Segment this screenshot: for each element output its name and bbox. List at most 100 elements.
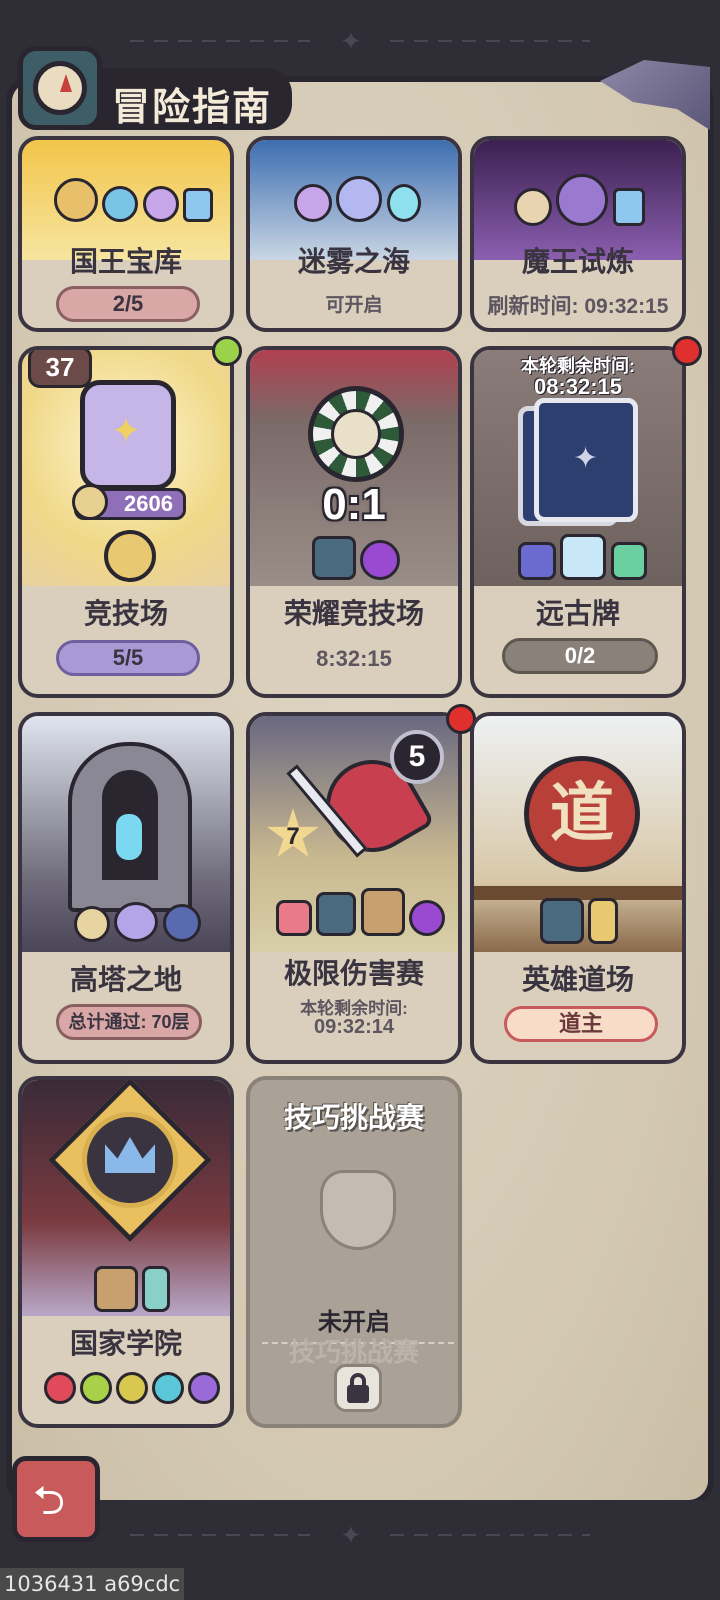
card-front-icon: ✦ [534,398,638,522]
star-damage-icon: 7 [267,808,319,858]
potion-icon [294,184,332,222]
academy-name: 国家学院 [69,1328,182,1359]
top-divider-left [130,40,310,42]
key-icon [142,1266,171,1312]
helmet-book-icon [94,1266,138,1312]
helmet-book-icon [360,888,405,936]
lock-icon [334,1364,382,1412]
heart-gem-icon [114,902,159,942]
card-ancient-cards[interactable]: 本轮剩余时间: 08:32:15 ✦ 远古牌 0/2 [470,346,686,698]
academy-faction-orbs [44,1372,220,1404]
academy-crown-icon [82,1112,178,1208]
page-title: 冒险指南 [112,87,273,129]
demon-trial-refresh: 刷新时间: 09:32:15 [487,295,669,318]
extreme-rewards [276,888,446,941]
gem-icon [610,542,647,580]
hero-dojo-title-plate: 道主 [504,1006,658,1042]
hero-dojo-rewards [540,898,619,949]
card-hero-dojo[interactable]: 道 英雄道场 道主 [470,712,686,1064]
king-vault-rewards [54,178,214,227]
back-button[interactable]: ⮌ [12,1456,100,1542]
bottom-divider-left [130,1534,310,1536]
build-id: 1036431 a69cdc [0,1568,185,1600]
potion-icon [142,186,179,222]
extreme-level-badge: 5 [390,730,444,784]
lock-shackle [350,1373,366,1389]
extreme-round-time: 09:32:14 [313,1016,395,1038]
king-vault-name: 国王宝库 [69,246,182,277]
ancient-rewards [518,534,647,585]
glory-medal-icon [308,386,404,482]
orb-icon [336,176,383,222]
skill-challenge-name: 技巧挑战赛 [283,1102,424,1133]
dojo-emblem: 道 [524,756,640,872]
tower-name: 高塔之地 [69,964,182,995]
cyan-orb-icon [152,1372,184,1404]
helmet-book-icon [316,892,357,936]
hero-dojo-art: 道 [474,716,682,952]
mist-sea-rewards [294,176,421,227]
gem-icon [276,900,312,936]
back-arrow-icon: ⮌ [33,1479,66,1523]
arena-shield-icon: ✦ [80,380,176,490]
ancient-round-time: 08:32:15 [533,374,623,399]
academy-art [22,1080,230,1316]
top-star-icon: ✦ [340,26,362,56]
yellow-orb-icon [116,1372,148,1404]
bone-icon [514,188,552,226]
chalice-icon [74,906,110,942]
crystal-icon [612,188,645,226]
moon-emblem [331,409,381,459]
potion-icon [102,186,139,222]
card-king-vault[interactable]: 国王宝库 2/5 [18,136,234,332]
helmet-token-icon [556,174,609,226]
wolf-emblem-icon [320,1170,396,1250]
tower-gate-icon [68,742,192,912]
glory-arena-timer: 8:32:15 [316,646,392,671]
glory-arena-name: 荣耀竞技场 [283,598,424,629]
top-divider-right [390,40,590,42]
purple-orb-icon [188,1372,220,1404]
arena-name: 竞技场 [83,598,168,629]
card-skill-challenge[interactable]: 技巧挑战赛 未开启 技巧挑战赛 [246,1076,462,1428]
card-mist-sea[interactable]: 迷雾之海 可开启 [246,136,462,332]
arena-level-badge: 37 [28,350,92,388]
king-vault-progress: 2/5 [56,286,200,322]
red-orb-icon [44,1372,76,1404]
key-icon [588,898,619,944]
card-arena[interactable]: ✦ 2606 37 竞技场 5/5 [18,346,234,698]
game-screen: ✦ 国王宝库 2/5 迷雾之海 可开启 魔王试炼 刷新时间: 09:32:15 … [0,0,720,1600]
bottom-star-icon: ✦ [340,1520,362,1550]
compass-ring [33,61,87,115]
demon-trial-name: 魔王试炼 [521,246,634,277]
extreme-damage-name: 极限伤害赛 [283,958,424,989]
card-academy[interactable]: 国家学院 [18,1076,234,1428]
tower-doorway [102,770,158,880]
card-star-icon: ✦ [573,442,599,475]
green-orb-icon [80,1372,112,1404]
crossed-swords-icon [104,530,156,582]
helmet-book-icon [540,898,584,944]
card-tower[interactable]: 高塔之地 总计通过: 70层 [18,712,234,1064]
card-glory-arena[interactable]: 0:1 荣耀竞技场 8:32:15 [246,346,462,698]
gem-icon [518,542,556,580]
ancient-cards-art: 本轮剩余时间: 08:32:15 ✦ [474,350,682,586]
diamond-icon [560,534,607,580]
compass-needle [60,74,72,92]
card-demon-trial[interactable]: 魔王试炼 刷新时间: 09:32:15 [470,136,686,332]
crown-icon [105,1137,155,1173]
hero-silhouette-icon [116,814,142,860]
extreme-damage-art: 7 5 [250,716,458,952]
mist-sea-name: 迷雾之海 [297,246,410,277]
ancient-cards-name: 远古牌 [535,598,620,629]
helmet-book-icon [312,536,356,580]
star-icon: ✦ [111,410,142,451]
card-extreme-damage[interactable]: 7 5 极限伤害赛 本轮剩余时间: 09:32:14 [246,712,462,1064]
bottom-divider-right [390,1534,590,1536]
demon-trial-rewards [514,174,645,231]
hero-dojo-name: 英雄道场 [521,964,634,995]
glory-rewards [312,536,401,585]
mist-sea-status: 可开启 [325,295,383,316]
purple-orb-icon [360,540,401,580]
tower-summary: 总计通过: 70层 [56,1004,202,1040]
